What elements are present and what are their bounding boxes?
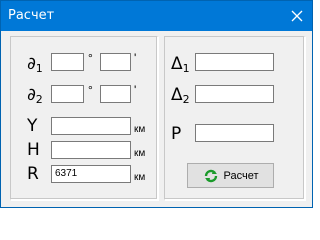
delta1-label: Δ1 [171, 54, 190, 75]
y-input[interactable] [51, 117, 131, 135]
phi1-label: ∂1 [27, 54, 43, 75]
delta2-output[interactable] [195, 85, 274, 103]
phi1-degrees-input[interactable] [51, 53, 84, 71]
close-icon [291, 10, 303, 22]
title-bar[interactable]: Расчет [1, 1, 312, 31]
phi2-degrees-input[interactable] [51, 85, 84, 103]
p-output[interactable] [195, 124, 274, 142]
h-input[interactable] [51, 141, 131, 159]
phi1-minute-symbol: ' [134, 51, 137, 65]
calculate-button[interactable]: Расчет [187, 163, 274, 188]
r-input[interactable]: 6371 [51, 165, 131, 183]
phi1-degree-symbol: ° [88, 51, 93, 65]
y-label: Y [27, 116, 38, 136]
p-label: P [171, 124, 182, 144]
phi2-degree-symbol: ° [88, 83, 93, 97]
refresh-icon [204, 169, 217, 182]
h-unit: км [134, 148, 146, 159]
delta2-label: Δ2 [171, 85, 190, 106]
close-button[interactable] [282, 1, 312, 31]
r-label: R [27, 164, 39, 184]
y-unit: км [134, 124, 146, 135]
h-label: H [27, 140, 40, 160]
window-title: Расчет [8, 8, 55, 23]
phi2-minute-symbol: ' [134, 83, 137, 97]
phi2-minutes-input[interactable] [100, 85, 131, 103]
phi2-label: ∂2 [27, 85, 43, 106]
delta1-output[interactable] [195, 53, 274, 71]
r-unit: км [134, 172, 146, 183]
phi1-minutes-input[interactable] [100, 53, 131, 71]
calculate-button-label: Расчет [223, 169, 259, 182]
